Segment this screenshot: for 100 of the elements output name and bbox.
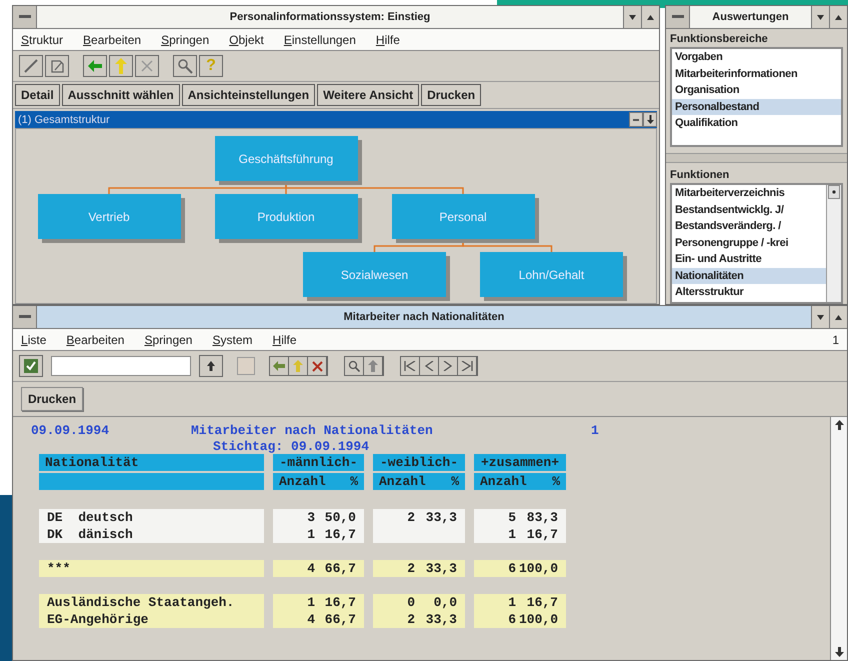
system-menu-button[interactable] bbox=[666, 6, 690, 28]
toolbar-button[interactable]: Ansichteinstellungen bbox=[182, 84, 316, 106]
arrow-down-icon bbox=[646, 115, 654, 124]
arrow-up-icon bbox=[368, 360, 378, 372]
next-page-button[interactable] bbox=[439, 357, 458, 375]
triangle-down-icon bbox=[817, 314, 824, 320]
scroll-down-button[interactable] bbox=[643, 112, 657, 127]
previous-page-button[interactable] bbox=[420, 357, 439, 375]
scrollbar[interactable] bbox=[826, 185, 841, 302]
list-item[interactable]: Nationalitäten bbox=[672, 268, 826, 284]
search-icon bbox=[177, 58, 193, 74]
column-header: -weiblich- bbox=[373, 454, 465, 471]
list-item[interactable]: Bestandsentwicklg. J/ bbox=[672, 202, 826, 218]
column-header: Nationalität bbox=[39, 454, 264, 471]
menu-item[interactable]: Hilfe bbox=[376, 32, 400, 46]
search-icon bbox=[348, 360, 360, 372]
previous-page-icon bbox=[423, 361, 435, 371]
menu-item[interactable]: Hilfe bbox=[272, 332, 297, 346]
table-cell: 6 100,0 bbox=[474, 611, 566, 628]
arrow-left-icon bbox=[273, 361, 285, 371]
arrow-up-icon bbox=[207, 361, 215, 371]
menu-item[interactable]: Struktur bbox=[21, 32, 64, 46]
window-title: Mitarbeiter nach Nationalitäten bbox=[37, 306, 811, 328]
window-title: Personalinformationssystem: Einstieg bbox=[37, 6, 623, 28]
column-header: +zusammen+ bbox=[474, 454, 566, 471]
dash-icon bbox=[672, 15, 684, 19]
table-cell: DE deutsch bbox=[39, 509, 264, 526]
tree-title: (1) Gesamtstruktur bbox=[17, 114, 111, 126]
menu-item[interactable]: Einstellungen bbox=[284, 32, 356, 46]
search-button[interactable] bbox=[345, 357, 364, 375]
enter-button[interactable] bbox=[19, 355, 43, 377]
arrow-up-icon bbox=[293, 360, 303, 372]
table-cell: 3 50,0 bbox=[273, 509, 364, 526]
list-item[interactable]: Organisation bbox=[672, 82, 841, 98]
table-cell: 2 33,3 bbox=[373, 611, 465, 628]
search-button[interactable] bbox=[173, 55, 197, 77]
up-button[interactable] bbox=[289, 357, 308, 375]
panel-title: Auswertungen bbox=[690, 6, 811, 28]
cancel-button[interactable] bbox=[308, 357, 327, 375]
report-subtitle: Stichtag: 09.09.1994 bbox=[213, 439, 370, 454]
table-cell: 4 66,7 bbox=[273, 611, 364, 628]
table-cell: 4 66,7 bbox=[273, 560, 364, 577]
list-item[interactable]: Mitarbeiterinformationen bbox=[672, 66, 841, 82]
cancel-button[interactable] bbox=[135, 55, 159, 77]
list-item[interactable]: Bestandsveränderg. / bbox=[672, 218, 826, 234]
scrollbar[interactable] bbox=[830, 417, 847, 660]
pencil-button[interactable] bbox=[19, 55, 43, 77]
cancel-icon bbox=[140, 59, 154, 73]
table-cell: EG-Angehörige bbox=[39, 611, 264, 628]
column-subheader: Anzahl % bbox=[273, 473, 364, 490]
check-icon bbox=[24, 359, 38, 373]
arrow-up-icon bbox=[115, 58, 127, 74]
menu-item[interactable]: Liste bbox=[21, 332, 46, 346]
print-button[interactable]: Drucken bbox=[21, 387, 84, 411]
toolbar-button[interactable]: Detail bbox=[15, 84, 60, 106]
triangle-down-icon bbox=[629, 14, 636, 20]
report-page: 1 bbox=[591, 423, 600, 439]
last-page-icon bbox=[461, 361, 473, 371]
column-header: -männlich- bbox=[273, 454, 364, 471]
menu-item[interactable]: System bbox=[212, 332, 253, 346]
up-button[interactable] bbox=[109, 55, 133, 77]
list-item[interactable]: Personalbestand bbox=[672, 98, 841, 115]
history-button[interactable] bbox=[199, 355, 223, 377]
toolbar-button[interactable]: Ausschnitt wählen bbox=[62, 84, 180, 106]
menu-item[interactable]: Objekt bbox=[229, 32, 264, 46]
back-button[interactable] bbox=[270, 357, 289, 375]
dash-icon bbox=[18, 15, 30, 19]
toolbar-button[interactable]: Weitere Ansicht bbox=[317, 84, 420, 106]
list-item[interactable]: Altersstruktur bbox=[672, 284, 826, 300]
arrow-down-icon bbox=[834, 647, 844, 657]
search-next-button[interactable] bbox=[364, 357, 383, 375]
menu-item[interactable]: Springen bbox=[144, 332, 192, 346]
cancel-icon bbox=[312, 360, 322, 372]
menu-item[interactable]: Bearbeiten bbox=[66, 332, 124, 346]
back-button[interactable] bbox=[83, 55, 107, 77]
list-item[interactable]: Vorgaben bbox=[672, 49, 841, 66]
first-page-button[interactable] bbox=[401, 357, 420, 375]
table-cell: 1 16,7 bbox=[273, 594, 364, 611]
table-cell: 0 0,0 bbox=[373, 594, 465, 611]
scroll-button[interactable] bbox=[629, 112, 643, 127]
section-label: Funktionen bbox=[669, 168, 730, 183]
triangle-up-icon bbox=[647, 14, 654, 20]
last-page-button[interactable] bbox=[458, 357, 477, 375]
column-subheader: Anzahl % bbox=[373, 473, 465, 490]
system-menu-button[interactable] bbox=[13, 6, 37, 28]
command-field[interactable] bbox=[51, 356, 191, 376]
table-cell: 2 33,3 bbox=[373, 509, 465, 526]
arrow-left-icon bbox=[87, 59, 103, 73]
system-menu-button[interactable] bbox=[13, 306, 37, 328]
toolbar-button[interactable]: Drucken bbox=[421, 84, 482, 106]
list-item[interactable]: Personengruppe / -krei bbox=[672, 234, 826, 251]
triangle-up-icon bbox=[835, 314, 842, 320]
list-item[interactable]: Mitarbeiterverzeichnis bbox=[672, 185, 826, 202]
table-cell: 6 100,0 bbox=[474, 560, 566, 577]
menu-item[interactable]: Bearbeiten bbox=[83, 32, 142, 46]
edit-button[interactable] bbox=[45, 55, 69, 77]
dash-icon bbox=[633, 118, 639, 120]
list-item[interactable]: Ein- und Austritte bbox=[672, 251, 826, 268]
list-item[interactable]: Qualifikation bbox=[672, 115, 841, 132]
menu-item[interactable]: Springen bbox=[161, 32, 210, 46]
